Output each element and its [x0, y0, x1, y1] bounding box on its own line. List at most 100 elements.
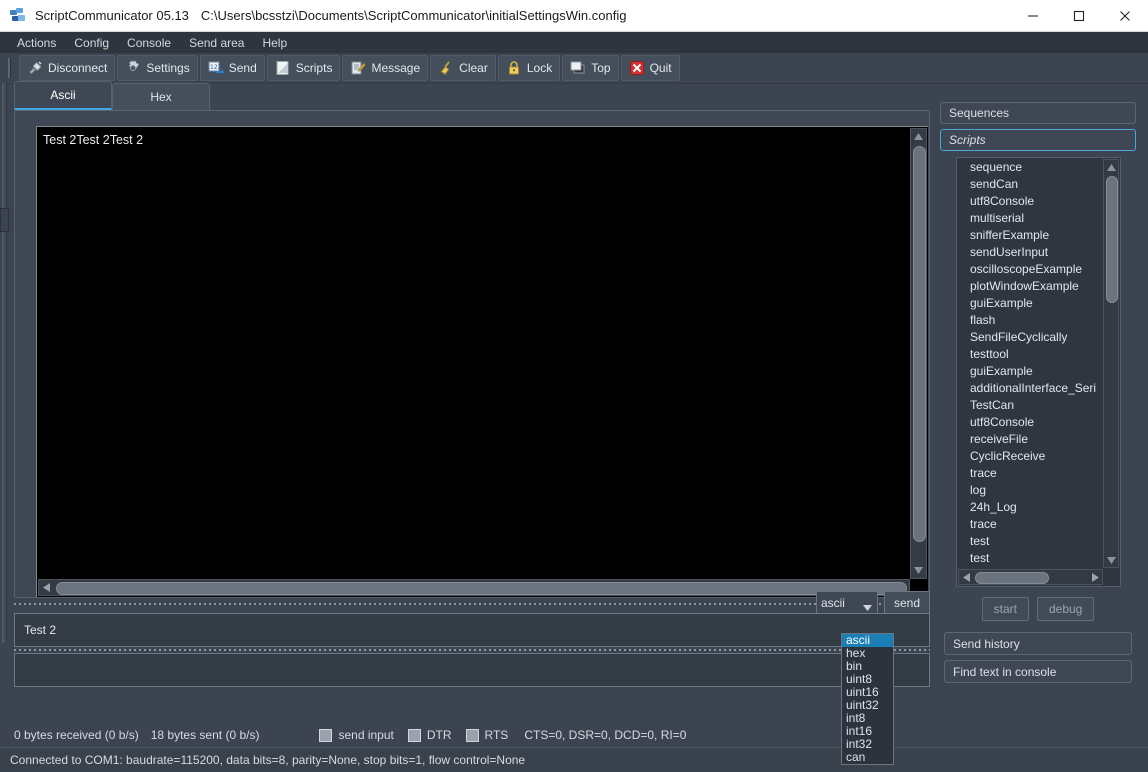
connection-status-text: Connected to COM1: baudrate=115200, data… — [10, 753, 526, 767]
app-title: ScriptCommunicator 05.13 — [35, 8, 189, 23]
quit-x-icon — [629, 60, 645, 76]
send-input-area: Test 2 — [14, 613, 930, 687]
scripts-section-header[interactable]: Scripts — [940, 129, 1136, 151]
scripts-scroll-left-icon[interactable] — [959, 570, 973, 584]
menu-item-actions[interactable]: Actions — [8, 34, 65, 52]
top-label: Top — [591, 61, 611, 75]
chevron-down-icon — [862, 600, 872, 614]
menu-item-config[interactable]: Config — [65, 34, 118, 52]
message-button[interactable]: Message — [342, 55, 429, 81]
script-list-item[interactable]: sendUserInput — [958, 244, 1102, 261]
dtr-checkbox[interactable] — [407, 728, 421, 742]
left-splitter-handle[interactable] — [0, 208, 9, 232]
send-format-dropdown-popup[interactable]: ascii hex bin uint8 uint16 uint32 int8 int16 int… — [841, 633, 894, 765]
send-numeric-icon: 123 — [208, 60, 224, 76]
settings-label: Settings — [146, 61, 190, 75]
script-list-item[interactable]: guiExample — [958, 363, 1102, 380]
script-list-item[interactable]: utf8Console — [958, 193, 1102, 210]
dropdown-option-can[interactable]: can — [842, 751, 893, 764]
app-logo-icon — [9, 7, 27, 25]
script-list-item[interactable]: SendFileCyclically — [958, 329, 1102, 346]
send-action-button[interactable]: send — [883, 591, 930, 615]
scripts-list[interactable]: sequence sendCan utf8Console multiserial sni… — [958, 159, 1102, 568]
console-frame: Test 2Test 2Test 2 — [14, 110, 930, 598]
scripts-scroll-down-icon[interactable] — [1104, 553, 1118, 567]
menu-item-send-area[interactable]: Send area — [180, 34, 253, 52]
clear-button[interactable]: Clear — [430, 55, 496, 81]
script-list-item[interactable]: test — [958, 533, 1102, 550]
sequences-section-header[interactable]: Sequences — [940, 102, 1136, 124]
send-button[interactable]: 123 Send — [199, 55, 265, 81]
console-output-text: Test 2Test 2Test 2 — [43, 133, 144, 147]
send-input-line-1[interactable]: Test 2 — [14, 613, 930, 647]
disconnect-label: Disconnect — [48, 61, 108, 75]
start-button[interactable]: start — [981, 597, 1029, 621]
script-list-item[interactable]: oscilloscopeExample — [958, 261, 1102, 278]
script-list-item[interactable]: utf8Console — [958, 414, 1102, 431]
console-output[interactable]: Test 2Test 2Test 2 — [36, 126, 928, 597]
window-top-icon — [570, 60, 586, 76]
script-list-item[interactable]: snifferExample — [958, 227, 1102, 244]
maximize-icon[interactable] — [1056, 0, 1102, 31]
lock-button[interactable]: Lock — [497, 55, 561, 81]
disconnect-button[interactable]: Disconnect — [19, 55, 116, 81]
scripts-horizontal-scrollbar[interactable] — [958, 569, 1103, 585]
settings-button[interactable]: Settings — [117, 55, 198, 81]
tab-ascii[interactable]: Ascii — [14, 81, 112, 110]
lock-icon — [506, 60, 522, 76]
script-list-item[interactable]: test — [958, 550, 1102, 567]
script-list-item[interactable]: log — [958, 482, 1102, 499]
message-label: Message — [371, 61, 421, 75]
find-text-section[interactable]: Find text in console — [944, 660, 1132, 683]
script-list-item[interactable]: plotWindowExample — [958, 278, 1102, 295]
toolbar-drag-handle[interactable] — [8, 58, 11, 78]
script-list-item[interactable]: trace — [958, 516, 1102, 533]
script-list-item[interactable]: sequence — [958, 159, 1102, 176]
script-action-buttons: start debug — [940, 597, 1136, 621]
menu-item-console[interactable]: Console — [118, 34, 180, 52]
console-scroll-up-icon[interactable] — [911, 129, 926, 144]
toolbar: Disconnect Settings 123 Send Scripts Mes… — [0, 53, 1148, 84]
console-vertical-scrollbar[interactable] — [910, 128, 927, 579]
left-splitter[interactable] — [0, 83, 9, 643]
minimize-icon[interactable] — [1010, 0, 1056, 31]
send-format-select[interactable]: ascii — [815, 591, 878, 615]
tab-hex[interactable]: Hex — [112, 83, 210, 110]
tab-ascii-label: Ascii — [50, 88, 76, 102]
scripts-hscroll-thumb[interactable] — [975, 572, 1049, 584]
send-history-section[interactable]: Send history — [944, 632, 1132, 655]
script-list-item[interactable]: sendCan — [958, 176, 1102, 193]
scripts-vertical-scrollbar[interactable] — [1103, 159, 1119, 568]
clear-label: Clear — [459, 61, 488, 75]
script-page-icon — [275, 60, 291, 76]
script-list-item[interactable]: flash — [958, 312, 1102, 329]
script-list-item[interactable]: guiExample — [958, 295, 1102, 312]
script-list-item[interactable]: iBot — [958, 567, 1102, 568]
debug-button[interactable]: debug — [1036, 597, 1095, 621]
console-vscroll-thumb[interactable] — [913, 146, 926, 542]
plug-icon — [27, 60, 43, 76]
script-list-item[interactable]: TestCan — [958, 397, 1102, 414]
console-scroll-down-icon[interactable] — [911, 563, 926, 578]
scripts-scroll-right-icon[interactable] — [1088, 570, 1102, 584]
send-input-line-2[interactable] — [14, 653, 930, 687]
dtr-checkbox-label: DTR — [426, 728, 452, 742]
left-splitter-bar[interactable] — [2, 83, 7, 643]
menu-item-help[interactable]: Help — [253, 34, 296, 52]
scripts-button[interactable]: Scripts — [266, 55, 341, 81]
scripts-scroll-up-icon[interactable] — [1104, 160, 1118, 174]
script-list-item[interactable]: receiveFile — [958, 431, 1102, 448]
top-button[interactable]: Top — [562, 55, 619, 81]
script-list-item[interactable]: trace — [958, 465, 1102, 482]
script-list-item[interactable]: additionalInterface_Seri — [958, 380, 1102, 397]
script-list-item[interactable]: 24h_Log — [958, 499, 1102, 516]
bytes-sent-text: 18 bytes sent (0 b/s) — [150, 728, 260, 742]
script-list-item[interactable]: CyclicReceive — [958, 448, 1102, 465]
close-icon[interactable] — [1102, 0, 1148, 31]
quit-button[interactable]: Quit — [620, 55, 680, 81]
script-list-item[interactable]: testtool — [958, 346, 1102, 363]
rts-checkbox[interactable] — [465, 728, 479, 742]
scripts-vscroll-thumb[interactable] — [1106, 176, 1118, 303]
send-input-checkbox[interactable] — [319, 728, 333, 742]
script-list-item[interactable]: multiserial — [958, 210, 1102, 227]
